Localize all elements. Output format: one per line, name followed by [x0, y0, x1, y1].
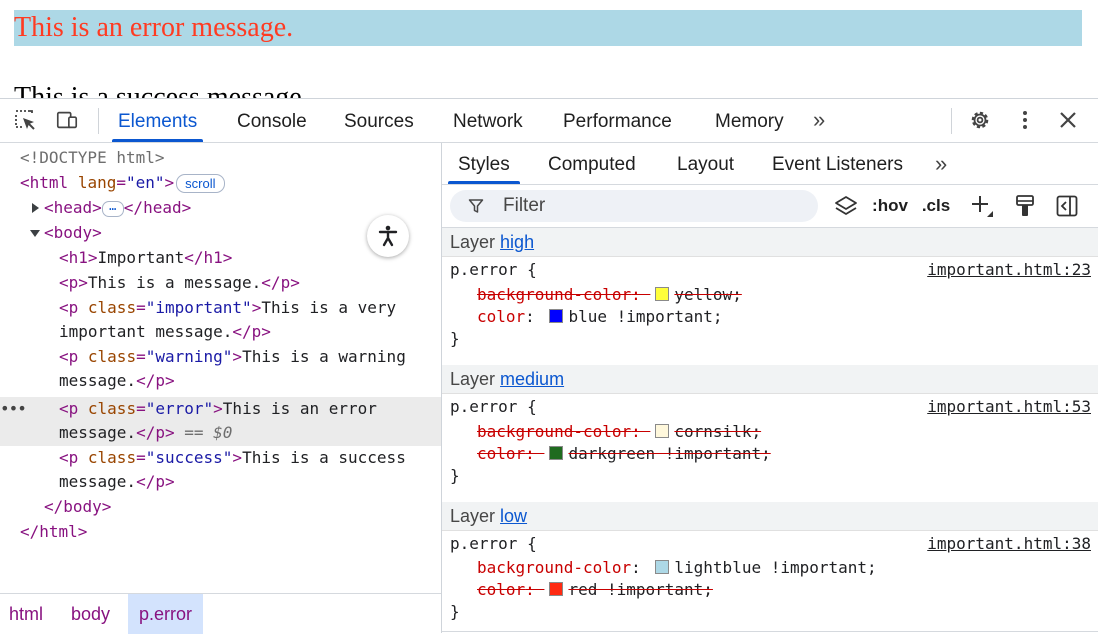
- breadcrumb: html body p.error: [0, 593, 441, 634]
- styles-sidebar: Styles Computed Layout Event Listeners »…: [442, 143, 1098, 633]
- declaration-color[interactable]: color: red !important;: [477, 579, 713, 601]
- add-rule-icon[interactable]: [968, 193, 996, 219]
- accessibility-icon: [378, 225, 398, 247]
- color-swatch[interactable]: [549, 309, 564, 323]
- layer-header-high: Layer high: [442, 228, 1098, 257]
- tab-styles[interactable]: Styles: [448, 143, 520, 184]
- dom-p-error[interactable]: <p class="error">This is an error: [59, 397, 377, 421]
- toolbar-separator: [951, 108, 952, 134]
- more-tabs-icon[interactable]: »: [813, 108, 825, 132]
- dom-p-warning[interactable]: <p class="warning">This is a warning: [59, 345, 406, 369]
- tab-memory[interactable]: Memory: [715, 99, 784, 142]
- tab-event-listeners[interactable]: Event Listeners: [772, 143, 903, 184]
- filter-input[interactable]: Filter: [450, 190, 818, 222]
- node-actions-icon[interactable]: •••: [0, 397, 27, 421]
- declaration-background-color[interactable]: background-color: cornsilk;: [477, 421, 761, 443]
- more-sidebar-tabs-icon[interactable]: »: [935, 152, 947, 176]
- declaration-color[interactable]: color: darkgreen !important;: [477, 443, 771, 465]
- dom-tree: ••• <!DOCTYPE html> <html lang="en"> scro…: [0, 143, 441, 592]
- tab-computed[interactable]: Computed: [548, 143, 636, 184]
- style-rule-low: p.error { important.html:38 background-c…: [442, 531, 1098, 632]
- color-swatch[interactable]: [655, 560, 670, 574]
- selected-node-marker: == $0: [184, 423, 233, 442]
- styles-filter-bar: Filter :hov .cls: [442, 185, 1098, 228]
- declaration-color[interactable]: color: blue !important;: [477, 306, 723, 328]
- rule-source-link[interactable]: important.html:53: [927, 396, 1091, 418]
- more-vertical-icon[interactable]: [1013, 108, 1037, 132]
- dom-html-close[interactable]: </html>: [20, 520, 87, 544]
- tab-network[interactable]: Network: [453, 99, 523, 142]
- dom-p-warning-cont[interactable]: message.</p>: [59, 369, 175, 393]
- devtools-toolbar: Elements Console Sources Network Perform…: [0, 99, 1098, 143]
- breadcrumb-html[interactable]: html: [9, 594, 43, 634]
- breadcrumb-p-error[interactable]: p.error: [128, 594, 204, 634]
- dom-p-success[interactable]: <p class="success">This is a success: [59, 446, 406, 470]
- expand-arrow-icon[interactable]: [32, 203, 39, 213]
- style-rule-medium: p.error { important.html:53 background-c…: [442, 394, 1098, 503]
- layer-header-low: Layer low: [442, 502, 1098, 531]
- dom-p-success-cont[interactable]: message.</p>: [59, 470, 175, 494]
- device-toggle-icon[interactable]: [55, 108, 79, 132]
- dom-doctype[interactable]: <!DOCTYPE html>: [20, 146, 165, 170]
- paint-brush-icon[interactable]: [1012, 193, 1038, 219]
- rendered-page: This is an error message. This is a succ…: [0, 0, 1098, 98]
- rule-close-brace: }: [450, 329, 460, 348]
- rule-close-brace: }: [450, 602, 460, 621]
- color-swatch[interactable]: [655, 287, 670, 301]
- dom-p-message[interactable]: <p>This is a message.</p>: [59, 271, 300, 295]
- dom-html-open[interactable]: <html lang="en"> scroll: [20, 171, 225, 195]
- tab-layout[interactable]: Layout: [677, 143, 734, 184]
- ellipsis-icon[interactable]: …: [101, 200, 124, 217]
- layer-link-low[interactable]: low: [500, 506, 527, 526]
- layer-link-high[interactable]: high: [500, 232, 534, 252]
- inspect-element-icon[interactable]: [13, 108, 37, 132]
- dom-head[interactable]: <head>… </head>: [44, 196, 191, 220]
- color-swatch[interactable]: [549, 582, 564, 596]
- color-swatch[interactable]: [549, 446, 564, 460]
- devtools-panel: Elements Console Sources Network Perform…: [0, 98, 1098, 634]
- breadcrumb-body[interactable]: body: [71, 594, 110, 634]
- tab-sources[interactable]: Sources: [344, 99, 414, 142]
- error-message: This is an error message.: [14, 10, 1082, 46]
- success-message: This is a success message.: [14, 82, 309, 98]
- toolbar-separator: [98, 108, 99, 134]
- layer-link-medium[interactable]: medium: [500, 369, 564, 389]
- settings-icon[interactable]: [968, 108, 992, 132]
- rule-source-link[interactable]: important.html:23: [927, 259, 1091, 281]
- rule-selector[interactable]: p.error {: [450, 533, 537, 555]
- rule-source-link[interactable]: important.html:38: [927, 533, 1091, 555]
- close-icon[interactable]: [1056, 108, 1080, 132]
- toggle-sidebar-icon[interactable]: [1054, 193, 1080, 219]
- sidebar-tabs: Styles Computed Layout Event Listeners »: [442, 143, 1098, 185]
- declaration-background-color[interactable]: background-color: lightblue !important;: [477, 557, 877, 579]
- scroll-badge[interactable]: scroll: [176, 174, 225, 193]
- dom-p-important-cont[interactable]: important message.</p>: [59, 320, 271, 344]
- color-swatch[interactable]: [655, 424, 670, 438]
- filter-icon: [468, 199, 484, 213]
- rule-selector[interactable]: p.error {: [450, 259, 537, 281]
- filter-placeholder: Filter: [503, 195, 546, 216]
- accessibility-tree-button[interactable]: [367, 215, 409, 257]
- layers-icon[interactable]: [832, 193, 860, 219]
- layer-header-medium: Layer medium: [442, 365, 1098, 394]
- rule-selector[interactable]: p.error {: [450, 396, 537, 418]
- tab-performance[interactable]: Performance: [563, 99, 672, 142]
- tab-elements[interactable]: Elements: [111, 99, 204, 142]
- tab-console[interactable]: Console: [237, 99, 307, 142]
- rule-close-brace: }: [450, 466, 460, 485]
- dom-p-error-cont[interactable]: message.</p> == $0: [59, 421, 232, 445]
- declaration-background-color[interactable]: background-color: yellow;: [477, 284, 742, 306]
- dom-p-important[interactable]: <p class="important">This is a very: [59, 296, 396, 320]
- hover-state-toggle[interactable]: :hov: [870, 193, 910, 219]
- dom-h1[interactable]: <h1>Important</h1>: [59, 246, 232, 270]
- dom-body-close[interactable]: </body>: [44, 495, 111, 519]
- style-rule-high: p.error { important.html:23 background-c…: [442, 257, 1098, 366]
- class-toggle[interactable]: .cls: [916, 193, 956, 219]
- dom-body-open[interactable]: <body>: [44, 221, 102, 245]
- collapse-arrow-icon[interactable]: [30, 230, 40, 237]
